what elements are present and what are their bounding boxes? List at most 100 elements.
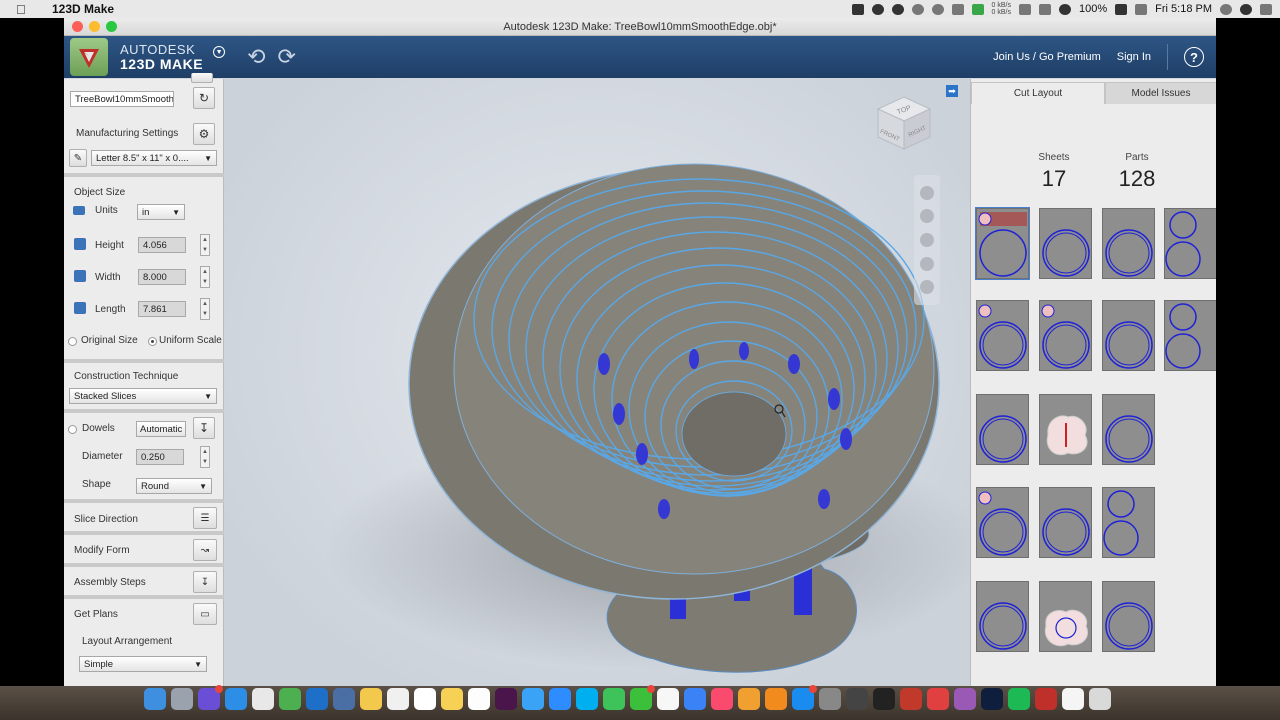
- books-icon[interactable]: [765, 688, 787, 710]
- appstore-icon[interactable]: [792, 685, 817, 710]
- settings-icon[interactable]: [911, 3, 924, 15]
- home-view-icon[interactable]: [920, 280, 934, 295]
- height-stepper[interactable]: ▲ ▼: [200, 234, 210, 256]
- sheet-thumbnail[interactable]: [1102, 581, 1155, 652]
- app-menu[interactable]: 123D Make: [52, 2, 114, 16]
- tab-cut-layout[interactable]: Cut Layout: [971, 82, 1105, 104]
- 3d-viewport[interactable]: ➡ TOP FRONT RIGHT: [224, 79, 970, 686]
- evernote-icon[interactable]: [971, 3, 984, 15]
- sheet-thumbnail[interactable]: [1164, 300, 1216, 371]
- sheet-thumbnail[interactable]: [976, 487, 1029, 558]
- outlook-icon[interactable]: [306, 688, 328, 710]
- skype-icon[interactable]: [576, 688, 598, 710]
- sheet-thumbnail[interactable]: [1102, 300, 1155, 371]
- sheet-thumbnail[interactable]: [1039, 300, 1092, 371]
- fit-view-icon[interactable]: [920, 256, 934, 271]
- sheet-thumbnail[interactable]: [976, 394, 1029, 465]
- orbit-icon[interactable]: [920, 185, 934, 200]
- slice-direction-button[interactable]: ☰: [193, 507, 217, 529]
- messages-bubble-icon[interactable]: [522, 688, 544, 710]
- join-premium-link[interactable]: Join Us / Go Premium: [993, 51, 1101, 63]
- itunes-icon[interactable]: [711, 688, 733, 710]
- clock[interactable]: Fri 5:18 PM: [1155, 3, 1212, 15]
- sketchup-icon[interactable]: [927, 688, 949, 710]
- length-stepper[interactable]: ▲ ▼: [200, 298, 210, 320]
- malwarebytes-icon[interactable]: [891, 3, 904, 15]
- undo-icon[interactable]: ⟲: [247, 44, 265, 70]
- model-name-field[interactable]: TreeBowl10mmSmooth: [70, 91, 174, 107]
- slack-icon[interactable]: [495, 688, 517, 710]
- siri-icon[interactable]: [198, 685, 223, 710]
- sheet-thumbnail[interactable]: [1164, 208, 1216, 279]
- redo-icon[interactable]: ⟳: [278, 44, 296, 70]
- height-field[interactable]: 4.056: [138, 237, 186, 253]
- system-preferences-icon[interactable]: [819, 688, 841, 710]
- sync-icon[interactable]: [871, 3, 884, 15]
- safari-icon[interactable]: [225, 688, 247, 710]
- lyft-icon[interactable]: [279, 688, 301, 710]
- screen-record-icon[interactable]: [851, 3, 864, 15]
- calendar-icon[interactable]: [414, 688, 436, 710]
- globe-icon[interactable]: [931, 3, 944, 15]
- battery-monitor-icon[interactable]: [1019, 3, 1031, 15]
- terminal-icon[interactable]: [873, 688, 895, 710]
- launchpad-icon[interactable]: [171, 688, 193, 710]
- dowel-settings-button[interactable]: ↧: [193, 417, 215, 439]
- shape-select[interactable]: Round ▼: [136, 478, 212, 494]
- reminders-icon[interactable]: [468, 688, 490, 710]
- sheet-thumbnail[interactable]: [975, 207, 1030, 280]
- game-icon[interactable]: [900, 688, 922, 710]
- documents-icon[interactable]: [1062, 688, 1084, 710]
- modify-form-button[interactable]: ↝: [193, 539, 217, 561]
- preview-icon[interactable]: [333, 688, 355, 710]
- width-field[interactable]: 8.000: [138, 269, 186, 285]
- expand-panel-arrow-icon[interactable]: ➡: [946, 85, 958, 97]
- facetime-icon[interactable]: [603, 688, 625, 710]
- bowl-model[interactable]: [224, 79, 970, 686]
- length-field[interactable]: 7.861: [138, 301, 186, 317]
- technique-select[interactable]: Stacked Slices ▼: [69, 388, 217, 404]
- sign-in-link[interactable]: Sign In: [1117, 51, 1151, 63]
- finder-icon[interactable]: [144, 688, 166, 710]
- sheet-preset-select[interactable]: Letter 8.5" x 11" x 0.... ▼: [91, 150, 217, 166]
- photos-icon[interactable]: [657, 688, 679, 710]
- diameter-field[interactable]: 0.250: [136, 449, 184, 465]
- siri-icon[interactable]: [1240, 3, 1252, 15]
- assembly-steps-item[interactable]: Assembly Steps: [74, 577, 146, 588]
- width-stepper[interactable]: ▲ ▼: [200, 266, 210, 288]
- flag-icon[interactable]: [1135, 3, 1148, 15]
- sheet-thumbnail[interactable]: [1102, 208, 1155, 279]
- battery-percent[interactable]: 100%: [1079, 3, 1107, 15]
- original-size-radio[interactable]: [68, 337, 77, 346]
- wifi-icon[interactable]: [1059, 3, 1071, 15]
- sheet-thumbnail[interactable]: [1039, 208, 1092, 279]
- zoom-icon[interactable]: [549, 688, 571, 710]
- units-select[interactable]: in ▼: [137, 204, 185, 220]
- trash-icon[interactable]: [1089, 688, 1111, 710]
- chrome-icon[interactable]: [252, 688, 274, 710]
- activity-monitor-icon[interactable]: [846, 688, 868, 710]
- stickies-icon[interactable]: [441, 688, 463, 710]
- spotify-icon[interactable]: [1008, 688, 1030, 710]
- uniform-scale-radio[interactable]: [148, 337, 157, 346]
- photos-app-icon[interactable]: [738, 688, 760, 710]
- notes-icon[interactable]: [360, 688, 382, 710]
- sheet-thumbnail[interactable]: [1039, 581, 1092, 652]
- sheet-thumbnail[interactable]: [976, 581, 1029, 652]
- edit-preset-button[interactable]: ✎: [69, 149, 87, 167]
- refresh-button[interactable]: ↻: [193, 87, 215, 109]
- zoom-icon[interactable]: [920, 232, 934, 247]
- diameter-stepper[interactable]: ▲ ▼: [200, 446, 210, 468]
- tool-icon[interactable]: [954, 688, 976, 710]
- help-button[interactable]: ?: [1184, 47, 1204, 67]
- photoshop-icon[interactable]: [981, 688, 1003, 710]
- layout-arrangement-select[interactable]: Simple ▼: [79, 656, 207, 672]
- get-plans-item[interactable]: Get Plans: [74, 609, 118, 620]
- collapse-tab[interactable]: [191, 73, 213, 83]
- spotlight-search-icon[interactable]: [1220, 3, 1232, 15]
- assembly-steps-button[interactable]: ↧: [193, 571, 217, 593]
- airplay-icon[interactable]: [1039, 3, 1051, 15]
- pan-hand-icon[interactable]: [920, 209, 934, 224]
- apple-menu-icon[interactable]: : [16, 2, 30, 17]
- messages-icon[interactable]: [630, 685, 655, 710]
